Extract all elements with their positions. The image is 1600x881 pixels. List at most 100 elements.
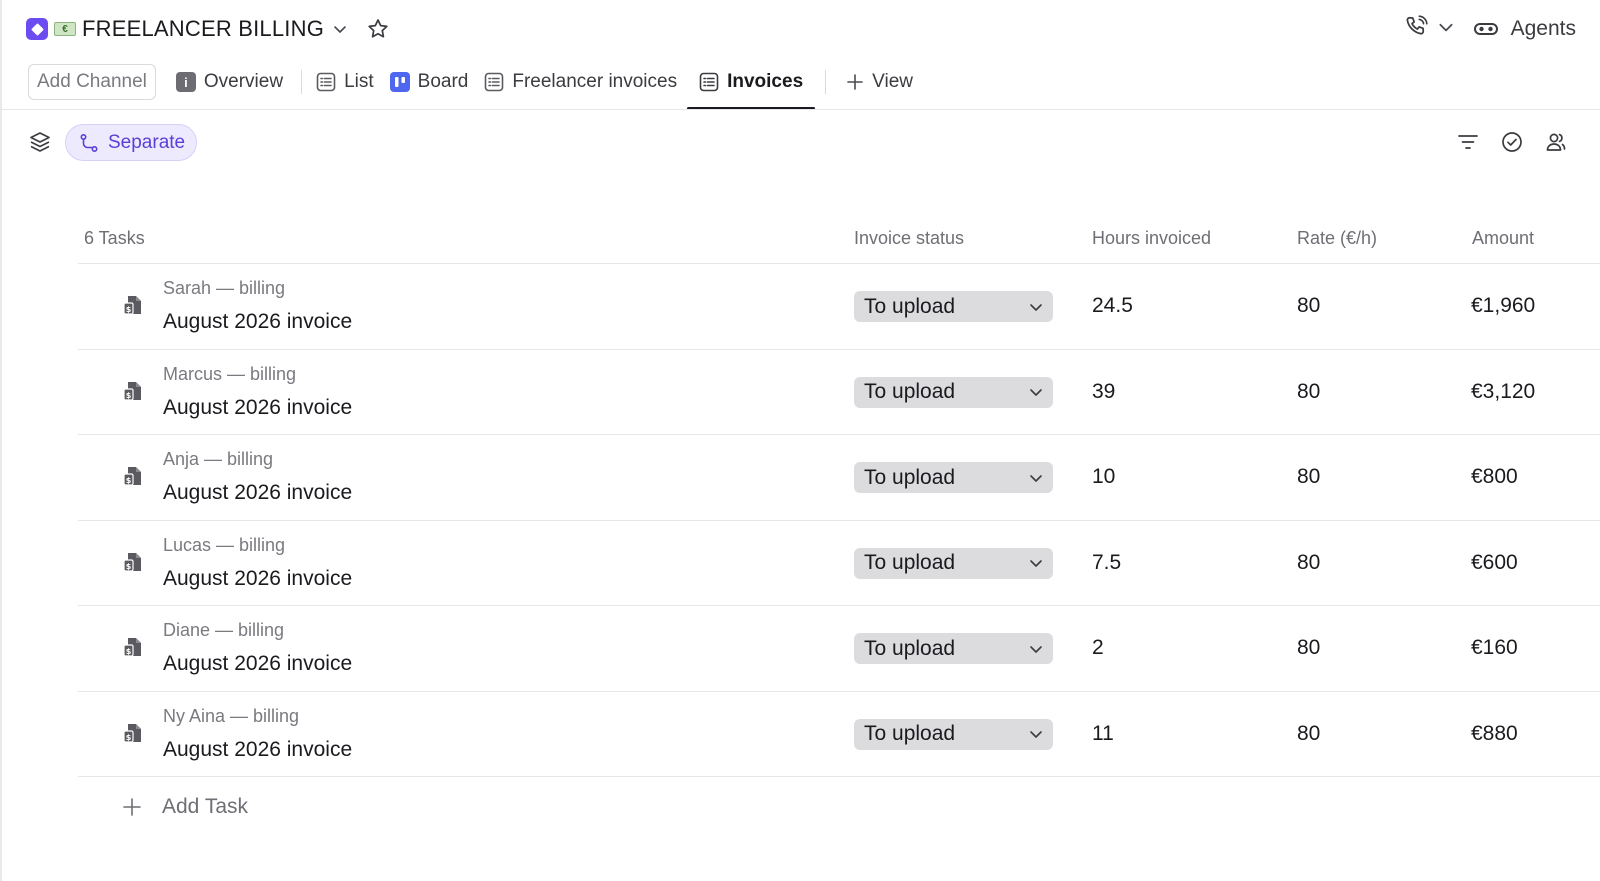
task-name[interactable]: August 2026 invoice [163,310,352,334]
column-header-invoice-status[interactable]: Invoice status [854,228,964,249]
status-value: To upload [864,294,956,318]
task-table: 6 Tasks Invoice status Hours invoiced Ra… [78,218,1600,837]
amount-cell[interactable]: €3,120 [1471,380,1535,404]
layers-icon[interactable] [26,128,54,156]
plus-icon [846,73,864,91]
add-channel-button[interactable]: Add Channel [28,64,156,100]
tab-label: List [344,71,374,92]
tab-board[interactable]: Board [384,64,475,100]
hours-invoiced-cell[interactable]: 7.5 [1092,551,1121,575]
chevron-down-icon[interactable] [332,21,348,37]
chevron-down-icon [1028,470,1044,486]
space-icon[interactable] [26,18,48,40]
table-row[interactable]: $ Sarah — billing August 2026 invoice To… [78,264,1600,350]
plus-icon [122,797,142,817]
hours-invoiced-cell[interactable]: 2 [1092,636,1104,660]
column-header-amount[interactable]: Amount [1472,228,1534,249]
star-icon[interactable] [366,17,390,41]
tab-invoices[interactable]: Invoices [687,64,816,110]
tab-label: Freelancer invoices [512,71,678,92]
table-row[interactable]: $ Lucas — billing August 2026 invoice To… [78,521,1600,606]
task-name[interactable]: August 2026 invoice [163,738,352,762]
invoice-status-dropdown[interactable]: To upload [854,376,1053,408]
tab-list[interactable]: List [310,64,380,100]
chevron-down-icon [1028,299,1044,315]
task-parent-label: Anja — billing [163,449,274,469]
hours-invoiced-cell[interactable]: 39 [1092,380,1115,404]
svg-text:$: $ [126,733,132,742]
view-tabs: Add Channel i Overview List Board Freela… [28,64,923,110]
toolbar-right [1454,128,1570,156]
status-value: To upload [864,465,956,489]
task-name[interactable]: August 2026 invoice [163,481,352,505]
hours-invoiced-cell[interactable]: 24.5 [1092,294,1133,318]
page-title[interactable]: FREELANCER BILLING [82,16,324,42]
task-parent-label: Diane — billing [163,620,285,640]
chevron-down-icon [1028,384,1044,400]
amount-cell[interactable]: €880 [1471,722,1518,746]
invoice-status-dropdown[interactable]: To upload [854,291,1053,322]
agents-button[interactable]: Agents [1511,17,1576,41]
tab-freelancer-invoices[interactable]: Freelancer invoices [478,64,683,100]
task-parent-label: Sarah — billing [163,278,286,298]
rate-cell[interactable]: 80 [1297,294,1320,318]
filter-icon[interactable] [1454,128,1482,156]
amount-cell[interactable]: €800 [1471,465,1518,489]
table-row[interactable]: $ Ny Aina — billing August 2026 invoice … [78,692,1600,777]
task-name[interactable]: August 2026 invoice [163,567,352,591]
svg-text:$: $ [126,305,132,314]
invoice-status-dropdown[interactable]: To upload [854,718,1053,750]
separate-label: Separate [108,131,186,153]
tabs-divider [0,109,1600,110]
chevron-down-icon [1028,555,1044,571]
invoice-task-icon: $ [122,465,144,487]
assignees-icon[interactable] [1542,128,1570,156]
amount-cell[interactable]: €600 [1471,551,1518,575]
svg-text:$: $ [126,562,132,571]
invoice-status-dropdown[interactable]: To upload [854,633,1053,664]
add-view-button[interactable]: View [840,64,919,100]
invoice-status-dropdown[interactable]: To upload [854,462,1053,493]
rate-cell[interactable]: 80 [1297,551,1320,575]
svg-text:$: $ [126,647,132,656]
tab-divider [825,70,827,94]
add-task-label: Add Task [162,795,248,818]
list-icon [316,72,336,92]
svg-text:$: $ [126,391,132,400]
add-task-row: Add Task [78,777,1600,837]
column-header-hours-invoiced[interactable]: Hours invoiced [1092,228,1211,249]
chevron-down-icon [1028,726,1044,742]
agents-icon[interactable] [1473,19,1499,39]
check-circle-icon[interactable] [1498,128,1526,156]
separate-subtasks-button[interactable]: Separate [65,124,198,161]
invoice-task-icon: $ [122,380,144,402]
task-parent-label: Marcus — billing [163,363,297,384]
amount-cell[interactable]: €1,960 [1471,294,1535,318]
tab-overview[interactable]: i Overview [170,64,289,100]
rate-cell[interactable]: 80 [1297,465,1320,489]
list-icon [699,72,719,92]
tab-label: Board [417,71,469,92]
chevron-down-icon[interactable] [1437,18,1455,41]
add-task-button[interactable]: Add Task [122,791,248,823]
table-row[interactable]: $ Anja — billing August 2026 invoice To … [78,435,1600,521]
rate-cell[interactable]: 80 [1297,636,1320,660]
status-value: To upload [864,636,956,660]
invoice-status-dropdown[interactable]: To upload [854,547,1053,579]
board-icon [389,72,410,92]
table-row[interactable]: $ Diane — billing August 2026 invoice To… [78,606,1600,692]
invoice-task-icon: $ [122,636,144,658]
phone-call-icon[interactable] [1403,14,1429,45]
svg-text:$: $ [126,476,132,485]
task-name[interactable]: August 2026 invoice [163,396,352,420]
hours-invoiced-cell[interactable]: 10 [1092,465,1115,489]
table-row[interactable]: $ Marcus — billing August 2026 invoice T… [78,350,1600,435]
hours-invoiced-cell[interactable]: 11 [1092,722,1114,746]
column-header-rate[interactable]: Rate (€/h) [1297,228,1377,249]
tab-label: View [872,71,913,92]
task-name[interactable]: August 2026 invoice [163,652,352,676]
rate-cell[interactable]: 80 [1297,380,1320,404]
amount-cell[interactable]: €160 [1471,636,1518,660]
status-value: To upload [864,722,956,745]
rate-cell[interactable]: 80 [1297,722,1320,746]
